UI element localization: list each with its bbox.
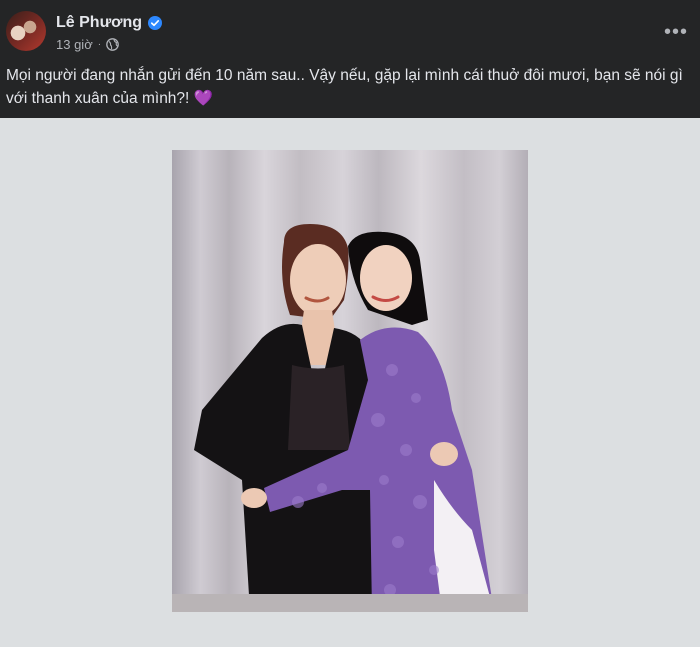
post-meta: 13 giờ · xyxy=(56,37,119,52)
verified-badge-icon xyxy=(148,16,163,30)
more-options-button[interactable]: ••• xyxy=(662,18,690,46)
photo-floor xyxy=(172,594,528,612)
post-header: Lê Phương 13 giờ · ••• xyxy=(0,0,700,64)
more-options-icon: ••• xyxy=(663,20,688,43)
photo-illustration xyxy=(194,224,494,612)
author-row: Lê Phương xyxy=(56,14,163,32)
post-text: Mọi người đang nhắn gửi đến 10 năm sau..… xyxy=(6,64,694,110)
meta-separator: · xyxy=(97,39,102,50)
avatar[interactable] xyxy=(6,11,46,51)
author-name[interactable]: Lê Phương xyxy=(56,14,142,32)
globe-icon[interactable] xyxy=(106,38,119,51)
post-photo[interactable] xyxy=(172,150,528,612)
post-media[interactable] xyxy=(0,118,700,647)
post-body: Mọi người đang nhắn gửi đến 10 năm sau..… xyxy=(6,67,683,107)
purple-heart-emoji: 💜 xyxy=(193,90,213,107)
post-timestamp[interactable]: 13 giờ xyxy=(56,37,93,52)
